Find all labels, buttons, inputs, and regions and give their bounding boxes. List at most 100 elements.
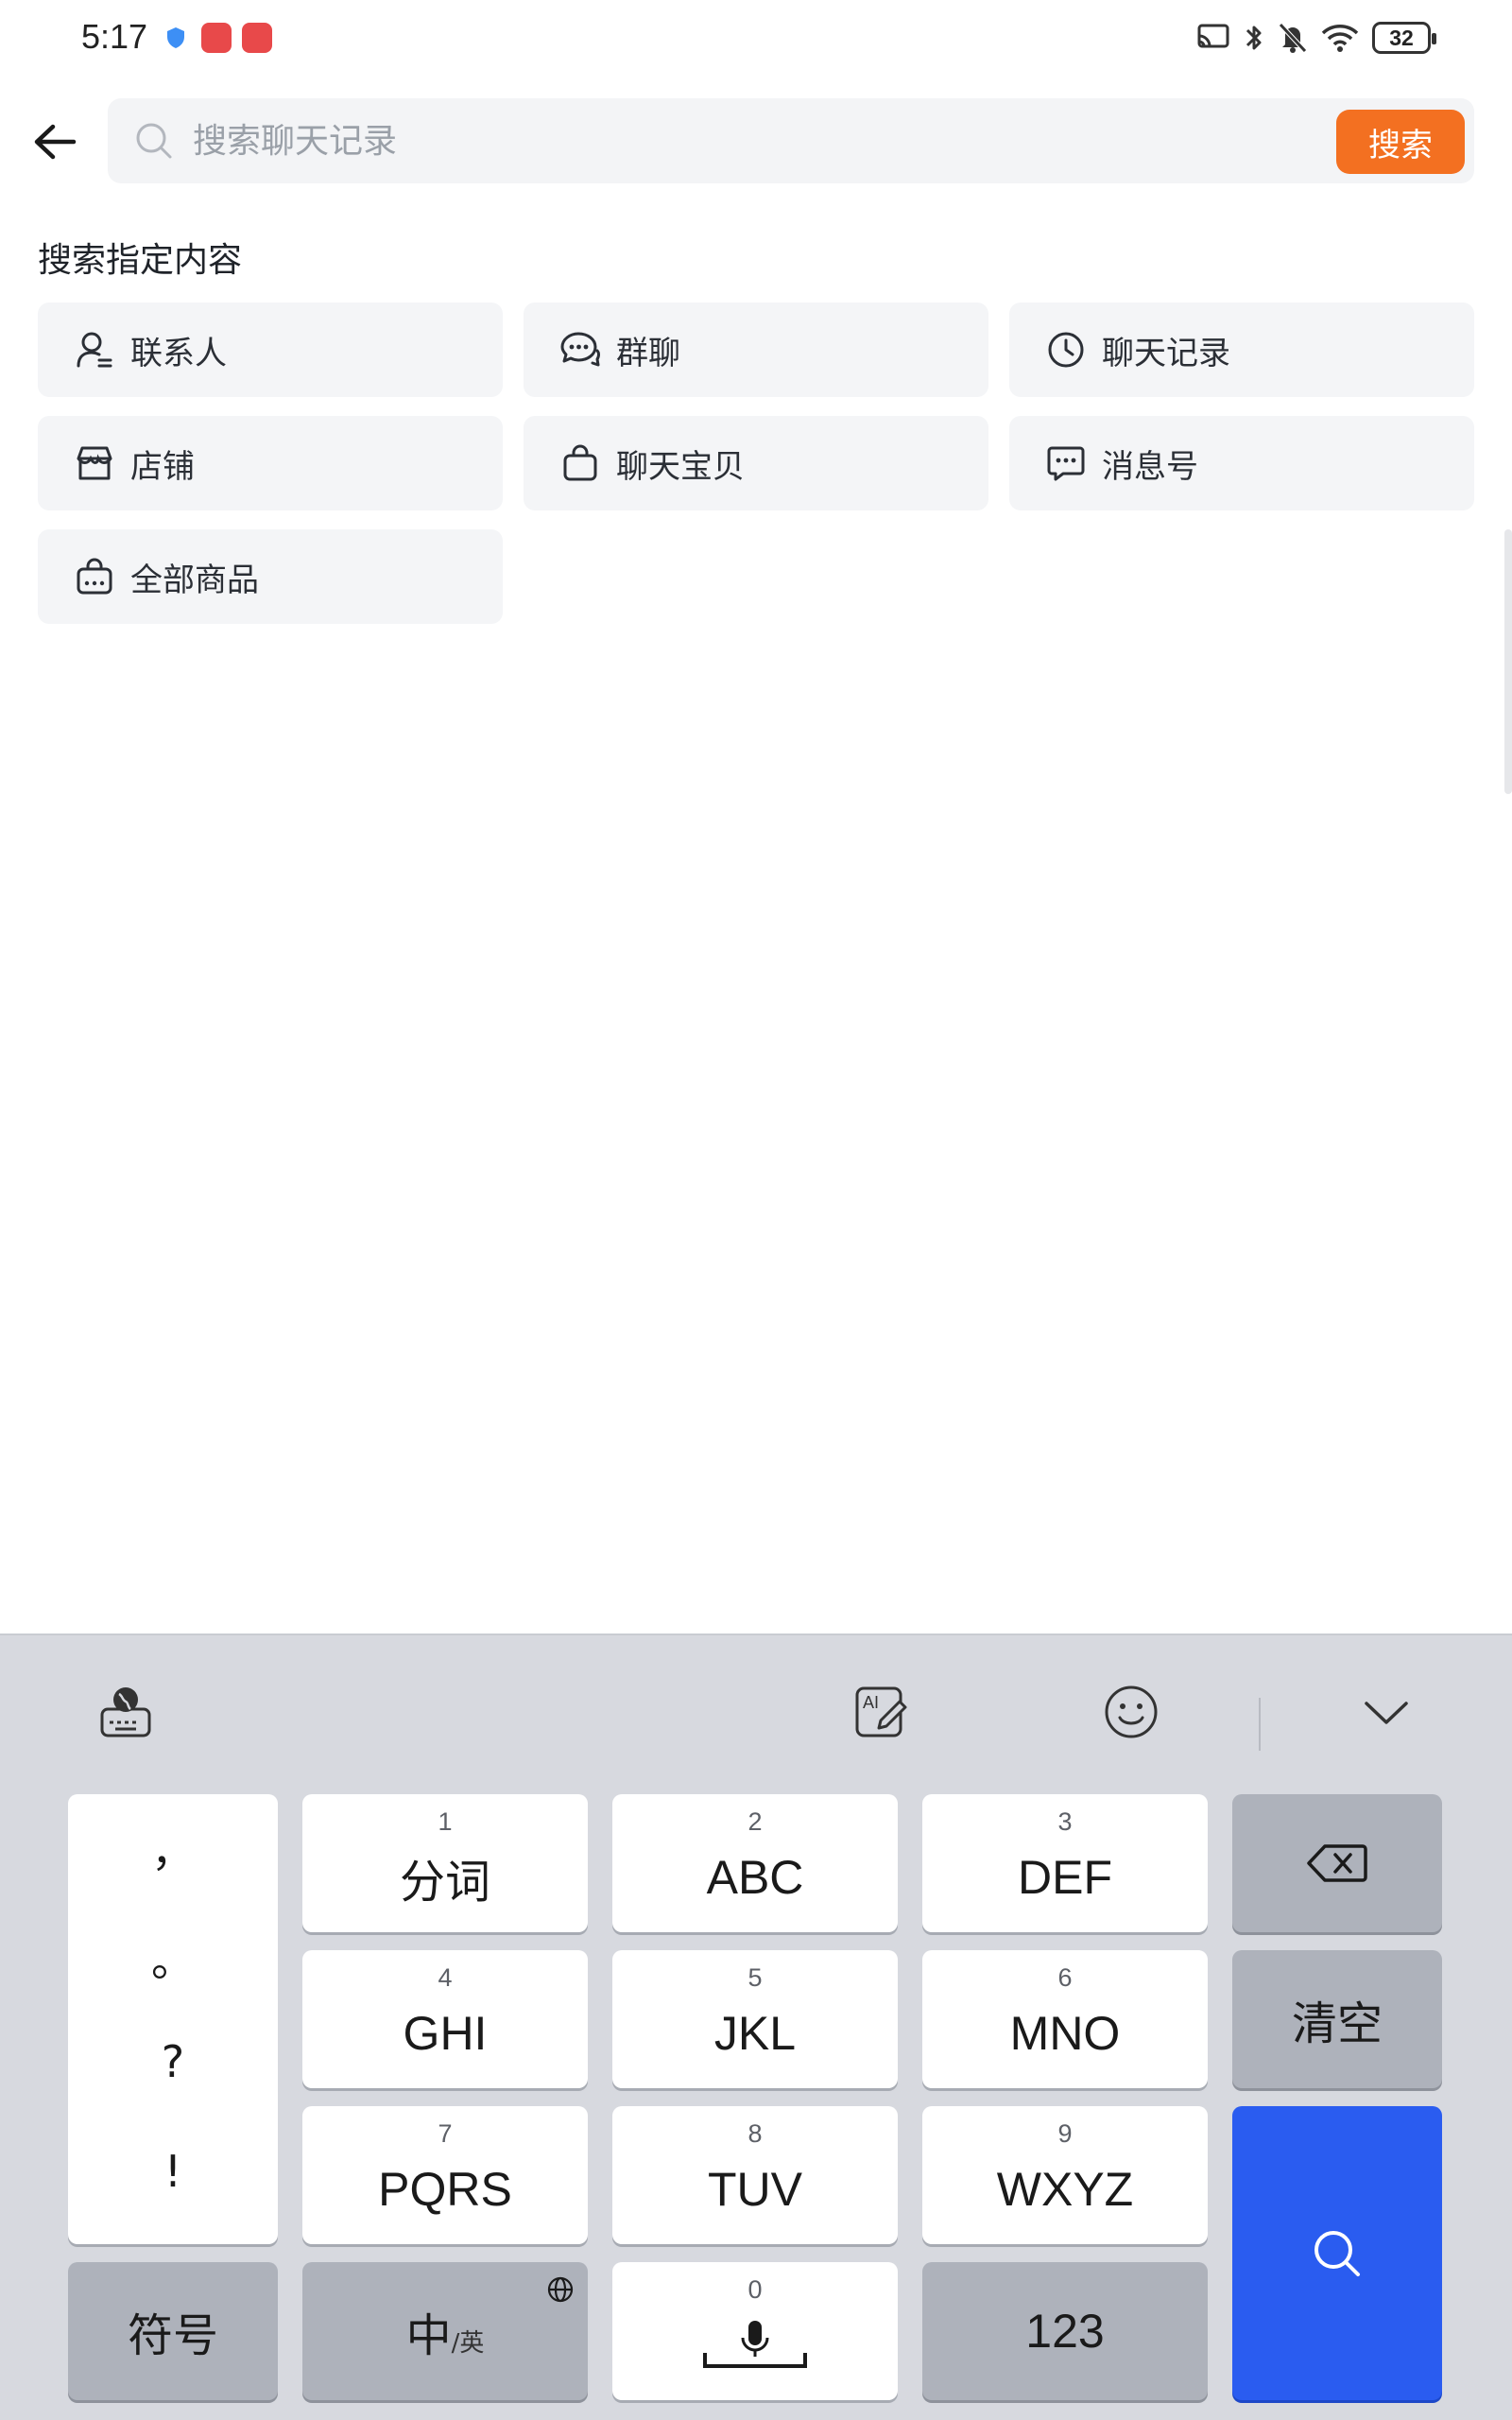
key-label: DEF xyxy=(1018,1851,1112,1904)
key-label: GHI xyxy=(403,2007,488,2060)
ai-write-button[interactable]: AI xyxy=(849,1679,915,1745)
key-8[interactable]: 8 TUV xyxy=(612,2106,898,2244)
key-6[interactable]: 6 MNO xyxy=(922,1950,1208,2088)
search-enter-key[interactable] xyxy=(1232,2106,1442,2400)
space-key[interactable]: 0 xyxy=(612,2262,898,2400)
battery-icon: 32 xyxy=(1372,22,1436,54)
key-number: 9 xyxy=(1057,2119,1073,2148)
search-box[interactable] xyxy=(108,98,1474,183)
key-number: 7 xyxy=(438,2119,453,2148)
search-input[interactable] xyxy=(193,115,1223,166)
key-7[interactable]: 7 PQRS xyxy=(302,2106,588,2244)
keyboard-settings-button[interactable] xyxy=(93,1679,159,1745)
key-number: 3 xyxy=(1057,1807,1073,1836)
key-number: 4 xyxy=(438,1963,453,1992)
backspace-icon xyxy=(1307,1844,1367,1882)
key-label: 清空 xyxy=(1291,1997,1383,2050)
key-label: MNO xyxy=(1009,2007,1121,2060)
key-label: 123 xyxy=(1025,2305,1105,2358)
app-notification-icon xyxy=(242,23,272,53)
emoji-button[interactable] xyxy=(1098,1679,1164,1745)
key-2[interactable]: 2 ABC xyxy=(612,1794,898,1932)
collapse-icon xyxy=(1365,1702,1408,1724)
message-icon xyxy=(1045,442,1087,484)
cast-icon xyxy=(1197,24,1229,48)
key-number: 2 xyxy=(747,1807,763,1836)
svg-text:AI: AI xyxy=(863,1693,879,1712)
chip-chat-items[interactable]: 聊天宝贝 xyxy=(524,416,988,510)
back-button[interactable] xyxy=(28,115,81,168)
punct-exclaim-key[interactable]: ! xyxy=(68,2146,278,2197)
shopping-bag-icon xyxy=(74,556,115,597)
language-switch-key[interactable]: 中 /英 xyxy=(302,2262,588,2400)
punct-comma-key[interactable]: ， xyxy=(68,1817,278,1879)
toolbar-divider xyxy=(1259,1698,1261,1751)
symbols-key[interactable]: 符号 xyxy=(68,2262,278,2400)
emoji-icon xyxy=(1105,1685,1158,1738)
clear-key[interactable]: 清空 xyxy=(1232,1950,1442,2088)
punctuation-column: ， 。 ? ! xyxy=(68,1794,278,2244)
section-title: 搜索指定内容 xyxy=(38,241,243,280)
chip-contacts[interactable]: 联系人 xyxy=(38,302,503,397)
bag-icon xyxy=(559,442,601,484)
key-number: 5 xyxy=(747,1963,763,1992)
key-label: ABC xyxy=(706,1851,804,1904)
search-icon xyxy=(136,123,172,159)
chip-label: 联系人 xyxy=(130,334,227,372)
status-bar: 5:17 32 xyxy=(0,0,1512,76)
chip-label: 聊天记录 xyxy=(1102,334,1230,372)
mute-icon xyxy=(1279,23,1307,53)
key-label: WXYZ xyxy=(996,2163,1134,2216)
battery-level: 32 xyxy=(1389,25,1414,50)
bluetooth-icon xyxy=(1246,26,1262,50)
chip-label: 消息号 xyxy=(1102,447,1198,486)
key-label: TUV xyxy=(708,2163,802,2216)
clock-icon xyxy=(1045,329,1087,371)
key-9[interactable]: 9 WXYZ xyxy=(922,2106,1208,2244)
wifi-icon xyxy=(1321,25,1359,52)
arrow-left-icon xyxy=(34,124,77,160)
contact-icon xyxy=(74,329,115,371)
search-button[interactable]: 搜索 xyxy=(1336,110,1465,174)
chip-stores[interactable]: 店铺 xyxy=(38,416,503,510)
globe-icon xyxy=(547,2276,574,2303)
key-number: 1 xyxy=(438,1807,453,1836)
chip-label: 全部商品 xyxy=(130,561,259,599)
chip-label: 聊天宝贝 xyxy=(616,447,745,486)
lang-main-label: 中 xyxy=(405,2309,452,2362)
chip-message-accounts[interactable]: 消息号 xyxy=(1009,416,1474,510)
key-label: PQRS xyxy=(378,2163,512,2216)
lang-sub-label: /英 xyxy=(451,2329,485,2358)
chip-label: 店铺 xyxy=(130,447,195,486)
key-1[interactable]: 1 分词 xyxy=(302,1794,588,1932)
key-label: 分词 xyxy=(399,1856,490,1909)
chip-chat-history[interactable]: 聊天记录 xyxy=(1009,302,1474,397)
collapse-keyboard-button[interactable] xyxy=(1353,1679,1419,1745)
key-4[interactable]: 4 GHI xyxy=(302,1950,588,2088)
app-notification-icon xyxy=(201,23,232,53)
ai-write-icon: AI xyxy=(855,1686,907,1737)
shield-icon xyxy=(167,27,184,48)
key-3[interactable]: 3 DEF xyxy=(922,1794,1208,1932)
key-number: 8 xyxy=(747,2119,763,2148)
chip-group-chats[interactable]: 群聊 xyxy=(524,302,988,397)
search-icon xyxy=(1314,2230,1360,2276)
scrollbar[interactable] xyxy=(1504,529,1512,794)
store-icon xyxy=(74,442,115,484)
key-label: JKL xyxy=(713,2007,797,2060)
status-time: 5:17 xyxy=(81,17,148,56)
key-label: 符号 xyxy=(127,2309,218,2362)
key-number: 0 xyxy=(747,2275,763,2304)
microphone-space-icon xyxy=(703,2321,807,2368)
chip-all-products[interactable]: 全部商品 xyxy=(38,529,503,624)
key-5[interactable]: 5 JKL xyxy=(612,1950,898,2088)
backspace-key[interactable] xyxy=(1232,1794,1442,1932)
group-chat-icon xyxy=(559,329,601,371)
chip-label: 群聊 xyxy=(616,334,680,372)
keyboard-toolbar: AI xyxy=(0,1635,1512,1787)
punct-question-key[interactable]: ? xyxy=(68,2036,278,2087)
numbers-key[interactable]: 123 xyxy=(922,2262,1208,2400)
key-number: 6 xyxy=(1057,1963,1073,1992)
keyboard-globe-icon xyxy=(100,1687,151,1737)
punct-period-key[interactable]: 。 xyxy=(68,1927,278,1989)
